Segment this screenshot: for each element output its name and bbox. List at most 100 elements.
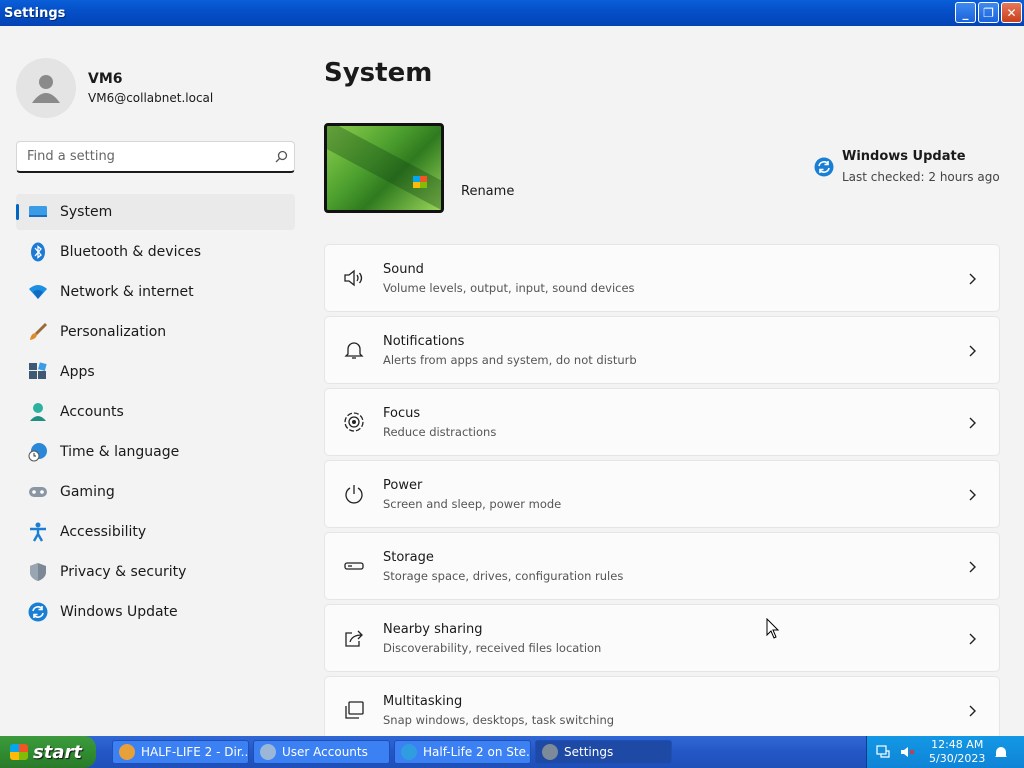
chevron-right-icon: [969, 273, 976, 285]
sidebar-nav: System Bluetooth & devices Network & int…: [16, 194, 295, 634]
sidebar-item-windows-update[interactable]: Windows Update: [16, 594, 295, 630]
card-subtitle: Screen and sleep, power mode: [383, 496, 562, 511]
search-icon[interactable]: [268, 150, 294, 163]
taskbar-item-settings[interactable]: Settings: [535, 740, 672, 764]
card-subtitle: Storage space, drives, configuration rul…: [383, 568, 624, 583]
chevron-right-icon: [969, 489, 976, 501]
chevron-right-icon: [969, 633, 976, 645]
windows-update-status[interactable]: Windows Update Last checked: 2 hours ago: [814, 149, 1000, 184]
card-subtitle: Volume levels, output, input, sound devi…: [383, 280, 635, 295]
taskbar-item-user-accounts[interactable]: User Accounts: [253, 740, 390, 764]
search-box[interactable]: [16, 141, 295, 173]
edge-icon: [401, 744, 417, 760]
sidebar-item-time-language[interactable]: Time & language: [16, 434, 295, 470]
taskbar: start HALF-LIFE 2 - Dir... User Accounts…: [0, 736, 1024, 768]
storage-icon: [344, 562, 364, 570]
card-title: Storage: [383, 549, 434, 565]
bluetooth-icon: [31, 242, 45, 262]
share-icon: [345, 630, 363, 647]
window-title: Settings: [4, 5, 66, 21]
window-titlebar[interactable]: Settings _ ❐ ✕: [0, 0, 1024, 26]
users-icon: [260, 744, 276, 760]
sidebar-item-personalization[interactable]: Personalization: [16, 314, 295, 350]
taskbar-item-halflife-dir[interactable]: HALF-LIFE 2 - Dir...: [112, 740, 249, 764]
windows-logo-icon: [413, 176, 427, 188]
windows-update-title: Windows Update: [842, 149, 966, 164]
mouse-cursor-icon: [766, 618, 780, 639]
person-icon: [30, 403, 46, 421]
sidebar-item-accounts[interactable]: Accounts: [16, 394, 295, 430]
sidebar-item-accessibility[interactable]: Accessibility: [16, 514, 295, 550]
sidebar-item-label: Apps: [60, 364, 95, 380]
bell-icon: [344, 342, 364, 359]
card-title: Notifications: [383, 333, 465, 349]
profile-email: VM6@collabnet.local: [88, 91, 214, 105]
user-profile[interactable]: VM6 VM6@collabnet.local: [16, 58, 213, 118]
card-title: Sound: [383, 261, 424, 277]
maximize-button[interactable]: ❐: [978, 2, 999, 23]
person-icon: [32, 75, 60, 103]
speaker-icon: [344, 269, 363, 287]
sidebar-item-label: System: [60, 204, 113, 220]
wifi-icon: [29, 285, 47, 299]
sidebar-item-privacy[interactable]: Privacy & security: [16, 554, 295, 590]
taskbar-clock-date[interactable]: 5/30/2023: [929, 752, 985, 766]
card-multitasking[interactable]: Multitasking Snap windows, desktops, task…: [324, 676, 1000, 736]
card-subtitle: Discoverability, received files location: [383, 640, 602, 655]
card-nearby-sharing[interactable]: Nearby sharing Discoverability, received …: [324, 604, 1000, 672]
search-input[interactable]: [17, 149, 268, 164]
page-title: System: [324, 58, 433, 88]
card-title: Focus: [383, 405, 421, 421]
main-content: System Rename Windows Update Last checke…: [310, 26, 1024, 736]
sidebar-item-label: Personalization: [60, 324, 167, 340]
chevron-right-icon: [969, 561, 976, 573]
chevron-right-icon: [969, 345, 976, 357]
start-button[interactable]: start: [0, 736, 96, 768]
card-title: Multitasking: [383, 693, 463, 709]
card-subtitle: Reduce distractions: [383, 424, 497, 439]
profile-name: VM6: [88, 71, 123, 87]
card-subtitle: Alerts from apps and system, do not dist…: [383, 352, 637, 367]
sidebar-item-label: Gaming: [60, 484, 115, 500]
card-notifications[interactable]: Notifications Alerts from apps and system…: [324, 316, 1000, 384]
sidebar-item-label: Accessibility: [60, 524, 147, 540]
sidebar-item-label: Time & language: [60, 444, 180, 460]
sidebar-item-gaming[interactable]: Gaming: [16, 474, 295, 510]
brush-icon: [30, 322, 48, 340]
globe-clock-icon: [28, 443, 47, 462]
card-title: Power: [383, 477, 423, 493]
settings-list: Sound Volume levels, output, input, sound…: [324, 244, 1000, 736]
volume-muted-icon[interactable]: [899, 744, 915, 760]
card-storage[interactable]: Storage Storage space, drives, configurat…: [324, 532, 1000, 600]
card-title: Nearby sharing: [383, 621, 483, 637]
taskbar-clock-time[interactable]: 12:48 AM: [929, 738, 985, 752]
update-icon: [28, 602, 48, 622]
accessibility-icon: [30, 522, 46, 542]
desktop-wallpaper-preview: [324, 123, 444, 213]
minimize-button[interactable]: _: [955, 2, 976, 23]
sidebar-item-label: Network & internet: [60, 284, 194, 300]
sidebar: VM6 VM6@collabnet.local System Bluetooth…: [0, 26, 310, 736]
card-focus[interactable]: Focus Reduce distractions: [324, 388, 1000, 456]
sidebar-item-label: Privacy & security: [60, 564, 187, 580]
card-subtitle: Snap windows, desktops, task switching: [383, 712, 615, 727]
card-power[interactable]: Power Screen and sleep, power mode: [324, 460, 1000, 528]
gamepad-icon: [29, 487, 47, 497]
sidebar-item-bluetooth[interactable]: Bluetooth & devices: [16, 234, 295, 270]
update-icon: [814, 157, 834, 177]
gear-icon: [542, 744, 558, 760]
notification-icon[interactable]: [993, 744, 1009, 760]
taskbar-item-steam-browser[interactable]: Half-Life 2 on Ste...: [394, 740, 531, 764]
sidebar-item-label: Bluetooth & devices: [60, 244, 202, 260]
sidebar-item-apps[interactable]: Apps: [16, 354, 295, 390]
sidebar-item-network[interactable]: Network & internet: [16, 274, 295, 310]
focus-icon: [344, 412, 364, 432]
chevron-right-icon: [969, 417, 976, 429]
monitor-icon: [29, 206, 47, 217]
network-icon[interactable]: [875, 744, 891, 760]
close-button[interactable]: ✕: [1001, 2, 1022, 23]
rename-link[interactable]: Rename: [461, 184, 514, 199]
card-sound[interactable]: Sound Volume levels, output, input, sound…: [324, 244, 1000, 312]
multitask-icon: [345, 701, 364, 719]
sidebar-item-system[interactable]: System: [16, 194, 295, 230]
